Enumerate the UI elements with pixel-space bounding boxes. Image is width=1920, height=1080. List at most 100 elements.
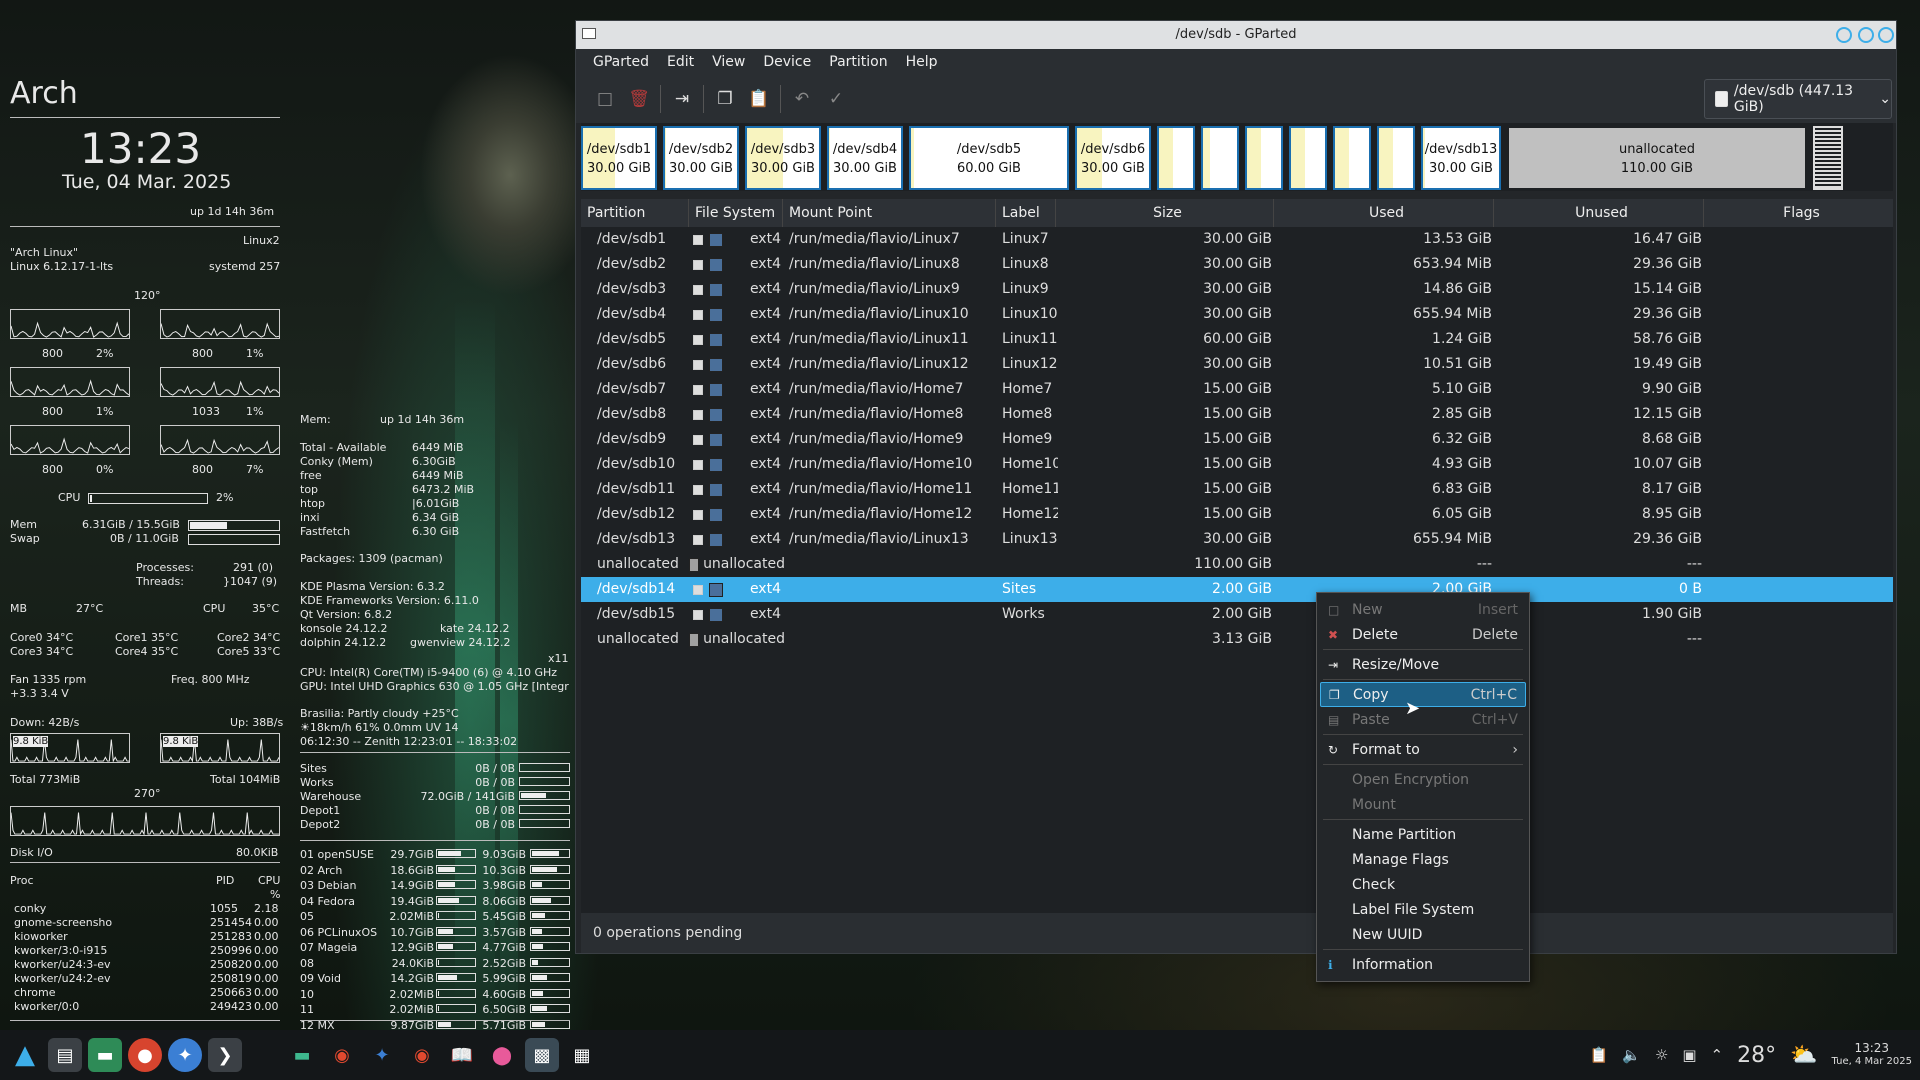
- partition-block[interactable]: /dev/sdb2 30.00 GiB: [663, 126, 739, 190]
- task-chrome-icon[interactable]: ◉: [325, 1038, 359, 1072]
- network-icon[interactable]: ▣: [1682, 1046, 1696, 1064]
- disk-name: 09 Void: [300, 972, 341, 985]
- col-filesystem[interactable]: File System: [689, 199, 783, 227]
- menu-item-format-to[interactable]: ↻ Format to ›: [1320, 737, 1526, 762]
- partition-block[interactable]: [1157, 126, 1195, 190]
- table-row[interactable]: /dev/sdb11 ext4/run/media/flavio/Home11 Ho…: [581, 477, 1893, 502]
- partition-block[interactable]: /dev/sdb4 30.00 GiB: [827, 126, 903, 190]
- cell-used: 6.32 GiB: [1432, 431, 1492, 447]
- menu-item-label-file-system[interactable]: Label File System: [1320, 897, 1526, 922]
- task-browser-icon[interactable]: ✦: [365, 1038, 399, 1072]
- table-row[interactable]: /dev/sdb10 ext4/run/media/flavio/Home10 Ho…: [581, 452, 1893, 477]
- table-row[interactable]: /dev/sdb6 ext4/run/media/flavio/Linux12 Li…: [581, 352, 1893, 377]
- task-calc-icon[interactable]: ▦: [565, 1038, 599, 1072]
- copy-icon[interactable]: ❐: [708, 83, 742, 115]
- col-used[interactable]: Used: [1274, 199, 1494, 227]
- device-selector[interactable]: /dev/sdb (447.13 GiB) ⌄: [1704, 79, 1892, 119]
- partition-block[interactable]: /dev/sdb1 30.00 GiB: [581, 126, 657, 190]
- partition-block[interactable]: [1245, 126, 1283, 190]
- chrome-icon[interactable]: ●: [128, 1038, 162, 1072]
- expand-icon[interactable]: ❯: [208, 1038, 242, 1072]
- partition-block[interactable]: /dev/sdb13 30.00 GiB: [1421, 126, 1501, 190]
- partition-block[interactable]: /dev/sdb3 30.00 GiB: [745, 126, 821, 190]
- table-row[interactable]: /dev/sdb3 ext4/run/media/flavio/Linux9 Lin…: [581, 277, 1893, 302]
- partition-block[interactable]: /dev/sdb6 30.00 GiB: [1075, 126, 1151, 190]
- weather-icon[interactable]: ⛅: [1790, 1043, 1817, 1068]
- paste-icon[interactable]: 📋: [742, 83, 776, 115]
- menu-item-new-uuid[interactable]: New UUID: [1320, 922, 1526, 947]
- version-line: KDE Frameworks Version: 6.11.0: [300, 594, 479, 607]
- table-row[interactable]: /dev/sdb14 ext4 Sites 2.00 GiB 2.00 GiB 0 B: [581, 577, 1893, 602]
- menu-item-delete[interactable]: ✖ Delete Delete: [1320, 622, 1526, 647]
- table-row[interactable]: /dev/sdb5 ext4/run/media/flavio/Linux11 Li…: [581, 327, 1893, 352]
- resize-icon[interactable]: ⇥: [665, 83, 699, 115]
- menu-edit[interactable]: Edit: [658, 54, 703, 70]
- title-bar[interactable]: /dev/sdb - GParted: [576, 21, 1896, 49]
- maximize-icon[interactable]: [1858, 27, 1874, 43]
- table-row[interactable]: /dev/sdb13 ext4/run/media/flavio/Linux13 L…: [581, 527, 1893, 552]
- table-row[interactable]: /dev/sdb12 ext4/run/media/flavio/Home12 Ho…: [581, 502, 1893, 527]
- terminal-icon[interactable]: ▤: [48, 1038, 82, 1072]
- gparted-window[interactable]: /dev/sdb - GParted GParted Edit View Dev…: [575, 20, 1897, 954]
- partition-table[interactable]: Partition File System Mount Point Label …: [581, 199, 1893, 927]
- task-media-icon[interactable]: ⬤: [485, 1038, 519, 1072]
- col-size[interactable]: Size: [1056, 199, 1274, 227]
- menu-item-manage-flags[interactable]: Manage Flags: [1320, 847, 1526, 872]
- cell-mountpoint: /run/media/flavio/Home12: [789, 506, 973, 522]
- context-menu[interactable]: □ New Insert ✖ Delete Delete ⇥ Resize/Move ❐ Copy…: [1316, 592, 1530, 982]
- weather-temp[interactable]: 28°: [1737, 1043, 1776, 1068]
- menu-help[interactable]: Help: [897, 54, 947, 70]
- menu-item-check[interactable]: Check: [1320, 872, 1526, 897]
- table-row[interactable]: /dev/sdb8 ext4/run/media/flavio/Home8 Home…: [581, 402, 1893, 427]
- new-icon[interactable]: □: [588, 83, 622, 115]
- clipboard-icon[interactable]: 📋: [1590, 1046, 1609, 1064]
- tray-clock[interactable]: 13:23 Tue, 4 Mar 2025: [1832, 1042, 1912, 1068]
- menu-partition[interactable]: Partition: [820, 54, 896, 70]
- lock-icon: [693, 584, 703, 595]
- partition-block[interactable]: [1377, 126, 1415, 190]
- cpu-core-freq: 800: [42, 347, 63, 360]
- partition-map[interactable]: /dev/sdb1 30.00 GiB/dev/sdb2 30.00 GiB/dev…: [581, 123, 1893, 191]
- table-row[interactable]: /dev/sdb7 ext4/run/media/flavio/Home7 Home…: [581, 377, 1893, 402]
- minimize-icon[interactable]: [1836, 27, 1852, 43]
- menu-item-resize-move[interactable]: ⇥ Resize/Move: [1320, 652, 1526, 677]
- partition-block[interactable]: /dev/sdb5 60.00 GiB: [909, 126, 1069, 190]
- table-row[interactable]: unallocated unallocated 3.13 GiB ---: [581, 627, 1893, 652]
- close-icon[interactable]: [1878, 27, 1894, 43]
- volume-icon[interactable]: 🔈: [1622, 1046, 1641, 1064]
- table-row[interactable]: /dev/sdb9 ext4/run/media/flavio/Home9 Home…: [581, 427, 1893, 452]
- browser-icon[interactable]: ✦: [168, 1038, 202, 1072]
- col-unused[interactable]: Unused: [1494, 199, 1704, 227]
- task-book-icon[interactable]: 📖: [445, 1038, 479, 1072]
- col-flags[interactable]: Flags: [1704, 199, 1893, 227]
- partition-block[interactable]: [1201, 126, 1239, 190]
- menu-view[interactable]: View: [703, 54, 754, 70]
- tray-expand-icon[interactable]: ⌃: [1711, 1046, 1724, 1064]
- arch-launcher-icon[interactable]: ▲: [8, 1038, 42, 1072]
- menu-item-copy[interactable]: ❐ Copy Ctrl+C: [1320, 682, 1526, 707]
- delete-icon[interactable]: 🗑: [622, 83, 656, 115]
- menu-item-name-partition[interactable]: Name Partition: [1320, 822, 1526, 847]
- table-row[interactable]: /dev/sdb2 ext4/run/media/flavio/Linux8 Lin…: [581, 252, 1893, 277]
- partition-block[interactable]: unallocated 110.00 GiB: [1507, 126, 1807, 190]
- brightness-icon[interactable]: ☼: [1655, 1046, 1668, 1064]
- apply-icon[interactable]: ✓: [819, 83, 853, 115]
- task-files-icon[interactable]: ▬: [285, 1038, 319, 1072]
- table-row[interactable]: unallocated unallocated 110.00 GiB --- ---: [581, 552, 1893, 577]
- table-row[interactable]: /dev/sdb1 ext4/run/media/flavio/Linux7 Lin…: [581, 227, 1893, 252]
- partition-block[interactable]: [1289, 126, 1327, 190]
- file-manager-icon[interactable]: ▬: [88, 1038, 122, 1072]
- col-mountpoint[interactable]: Mount Point: [783, 199, 996, 227]
- table-row[interactable]: /dev/sdb4 ext4/run/media/flavio/Linux10 Li…: [581, 302, 1893, 327]
- weather-line: ☀18km/h 61% 0.0mm UV 14: [300, 721, 459, 734]
- task-gparted-icon[interactable]: ▩: [525, 1038, 559, 1072]
- table-row[interactable]: /dev/sdb15 ext4 Works 2.00 GiB 1.90 GiB: [581, 602, 1893, 627]
- menu-device[interactable]: Device: [754, 54, 820, 70]
- task-chrome2-icon[interactable]: ◉: [405, 1038, 439, 1072]
- partition-block[interactable]: [1333, 126, 1371, 190]
- menu-item-information[interactable]: ℹ Information: [1320, 952, 1526, 977]
- col-label[interactable]: Label: [996, 199, 1056, 227]
- col-partition[interactable]: Partition: [581, 199, 689, 227]
- undo-icon[interactable]: ↶: [785, 83, 819, 115]
- menu-gparted[interactable]: GParted: [584, 54, 658, 70]
